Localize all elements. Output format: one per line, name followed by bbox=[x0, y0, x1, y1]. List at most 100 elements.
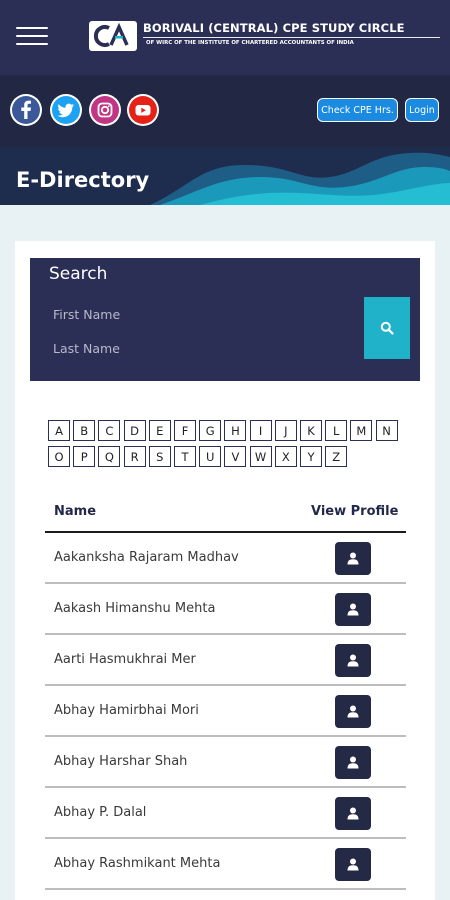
letter-label: E bbox=[156, 423, 164, 438]
letter-label: Z bbox=[332, 449, 341, 464]
check-cpe-hours-button[interactable]: Check CPE Hrs. bbox=[317, 98, 398, 122]
alphabet-filter-letter[interactable]: R bbox=[123, 446, 146, 467]
letter-label: P bbox=[80, 449, 88, 464]
brand-title: BORIVALI (CENTRAL) CPE STUDY CIRCLE bbox=[143, 21, 405, 35]
letter-label: N bbox=[382, 423, 391, 438]
member-name: Aakash Himanshu Mehta bbox=[54, 601, 216, 616]
alphabet-filter-letter[interactable]: E bbox=[148, 420, 171, 441]
search-icon bbox=[380, 321, 394, 335]
member-name: Aarti Hasmukhrai Mer bbox=[54, 652, 196, 667]
user-icon bbox=[347, 756, 359, 769]
letter-label: J bbox=[284, 423, 288, 438]
letter-label: W bbox=[254, 449, 267, 464]
letter-label: D bbox=[130, 423, 140, 438]
view-profile-button[interactable] bbox=[335, 542, 371, 575]
letter-label: O bbox=[54, 449, 64, 464]
login-button[interactable]: Login bbox=[405, 98, 439, 122]
hamburger-menu-icon[interactable] bbox=[16, 27, 48, 47]
ca-logo-icon[interactable] bbox=[89, 21, 137, 51]
letter-label: X bbox=[281, 449, 290, 464]
letter-label: L bbox=[332, 423, 340, 438]
user-icon bbox=[347, 807, 359, 820]
column-header-view-profile: View Profile bbox=[311, 504, 399, 519]
table-row: Abhay Hamirbhai Mori bbox=[45, 686, 406, 737]
view-profile-button[interactable] bbox=[335, 644, 371, 677]
view-profile-button[interactable] bbox=[335, 746, 371, 779]
letter-label: C bbox=[105, 423, 114, 438]
letter-label: U bbox=[205, 449, 215, 464]
alphabet-filter-letter[interactable]: V bbox=[224, 446, 247, 467]
brand-subtitle: OF WIRC OF THE INSTITUTE OF CHARTERED AC… bbox=[146, 40, 354, 46]
alphabet-filter-letter[interactable]: A bbox=[48, 420, 70, 441]
alphabet-filter-letter[interactable]: N bbox=[375, 420, 398, 441]
member-name: Abhay Hamirbhai Mori bbox=[54, 703, 199, 718]
view-profile-button[interactable] bbox=[335, 848, 371, 881]
search-title: Search bbox=[49, 264, 108, 284]
alphabet-filter-letter[interactable]: W bbox=[249, 446, 272, 467]
alphabet-filter-letter[interactable]: Q bbox=[98, 446, 121, 467]
table-row: Abhay Rashmikant Mehta bbox=[45, 839, 406, 890]
first-name-input[interactable] bbox=[46, 301, 346, 327]
alphabet-filter-letter[interactable]: I bbox=[249, 420, 272, 441]
last-name-input[interactable] bbox=[46, 335, 346, 361]
letter-label: G bbox=[205, 423, 215, 438]
page-title: E-Directory bbox=[16, 168, 150, 192]
user-icon bbox=[347, 654, 359, 667]
search-button[interactable] bbox=[364, 297, 410, 359]
alphabet-filter-letter[interactable]: D bbox=[123, 420, 146, 441]
table-row: Aakanksha Rajaram Madhav bbox=[45, 533, 406, 584]
letter-label: V bbox=[231, 449, 240, 464]
letter-label: F bbox=[181, 423, 189, 438]
user-icon bbox=[347, 705, 359, 718]
alphabet-filter-letter[interactable]: U bbox=[199, 446, 222, 467]
member-name: Aakanksha Rajaram Madhav bbox=[54, 550, 239, 565]
alphabet-filter-letter[interactable]: M bbox=[350, 420, 373, 441]
twitter-icon[interactable] bbox=[50, 94, 82, 126]
alphabet-filter-letter[interactable]: T bbox=[174, 446, 196, 467]
table-row: Abhay Harshar Shah bbox=[45, 737, 406, 788]
letter-label: I bbox=[258, 423, 263, 438]
table-row: Abhay P. Dalal bbox=[45, 788, 406, 839]
view-profile-button[interactable] bbox=[335, 695, 371, 728]
view-profile-button[interactable] bbox=[335, 593, 371, 626]
letter-label: M bbox=[356, 423, 367, 438]
user-icon bbox=[347, 603, 359, 616]
facebook-icon[interactable] bbox=[10, 94, 42, 126]
alphabet-filter-letter[interactable]: C bbox=[98, 420, 121, 441]
alphabet-filter-letter[interactable]: P bbox=[73, 446, 96, 467]
letter-label: Y bbox=[307, 449, 315, 464]
letter-label: Q bbox=[104, 449, 114, 464]
alphabet-filter-letter[interactable]: X bbox=[274, 446, 297, 467]
alphabet-filter-letter[interactable]: F bbox=[174, 420, 196, 441]
alphabet-filter-letter[interactable]: K bbox=[300, 420, 322, 441]
alphabet-filter-letter[interactable]: L bbox=[325, 420, 348, 441]
member-name: Abhay Harshar Shah bbox=[54, 754, 188, 769]
letter-label: A bbox=[55, 423, 63, 438]
view-profile-button[interactable] bbox=[335, 797, 371, 830]
alphabet-filter-letter[interactable]: O bbox=[48, 446, 70, 467]
alphabet-filter-letter[interactable]: Y bbox=[300, 446, 322, 467]
youtube-icon[interactable] bbox=[127, 94, 159, 126]
letter-label: K bbox=[307, 423, 315, 438]
alphabet-filter-letter[interactable]: G bbox=[199, 420, 222, 441]
alphabet-filter-letter[interactable]: Z bbox=[325, 446, 348, 467]
letter-label: H bbox=[231, 423, 240, 438]
member-name: Abhay Rashmikant Mehta bbox=[54, 856, 221, 871]
table-row: Aakash Himanshu Mehta bbox=[45, 584, 406, 635]
row-divider bbox=[45, 888, 406, 890]
letter-label: B bbox=[80, 423, 89, 438]
brand-divider bbox=[143, 37, 440, 38]
column-header-name: Name bbox=[54, 504, 97, 519]
member-name: Abhay P. Dalal bbox=[54, 805, 147, 820]
alphabet-filter-letter[interactable]: J bbox=[274, 420, 297, 441]
alphabet-filter-letter[interactable]: H bbox=[224, 420, 247, 441]
letter-label: R bbox=[130, 449, 139, 464]
instagram-icon[interactable] bbox=[89, 94, 121, 126]
letter-label: T bbox=[181, 449, 189, 464]
letter-label: S bbox=[156, 449, 164, 464]
user-icon bbox=[347, 858, 359, 871]
alphabet-filter-letter[interactable]: B bbox=[73, 420, 96, 441]
table-row: Aarti Hasmukhrai Mer bbox=[45, 635, 406, 686]
user-icon bbox=[347, 552, 359, 565]
alphabet-filter-letter[interactable]: S bbox=[148, 446, 171, 467]
